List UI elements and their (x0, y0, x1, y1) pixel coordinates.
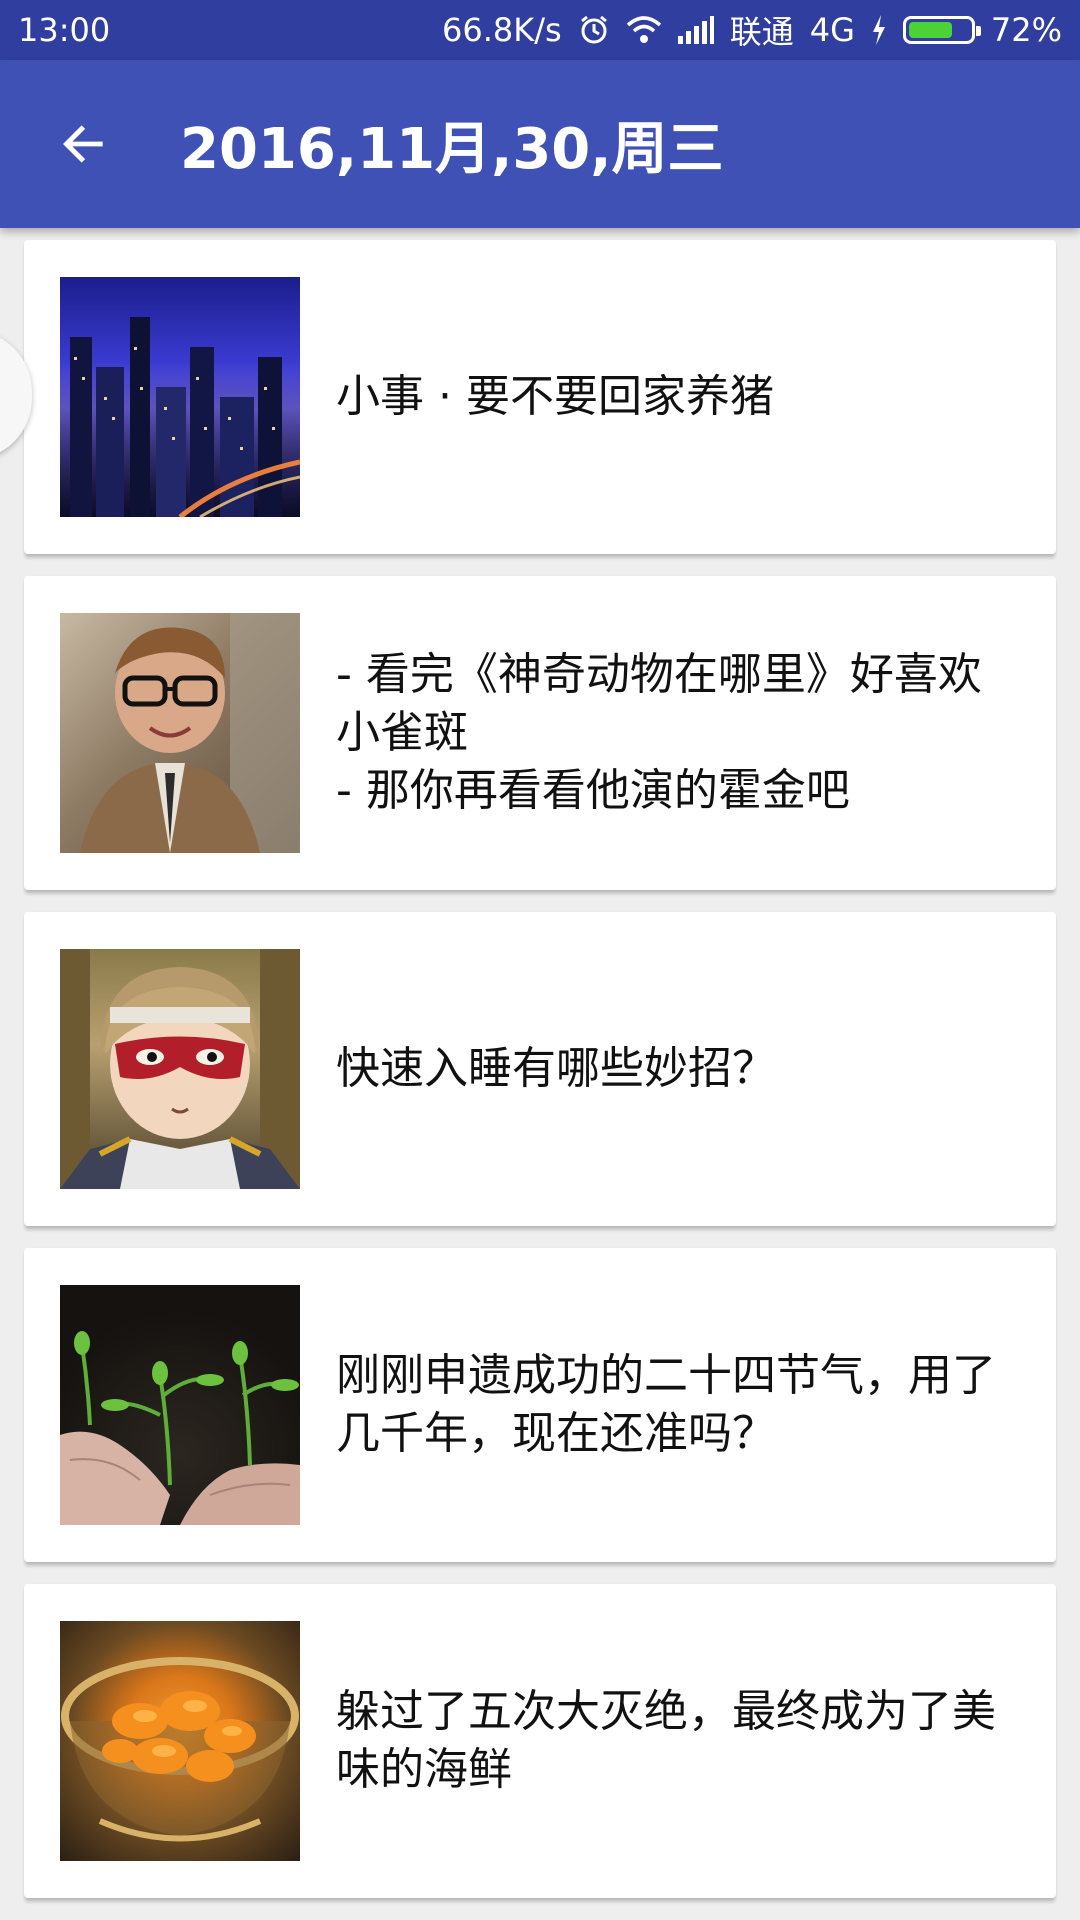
signal-icon (677, 16, 714, 44)
status-indicators: 66.8K/s 联通 4G 72% (442, 7, 1062, 53)
arrow-back-icon (63, 125, 103, 163)
story-card[interactable]: 小事 · 要不要回家养猪 (24, 240, 1056, 554)
battery-icon (902, 16, 981, 44)
story-title: 躲过了五次大灭绝，最终成为了美味的海鲜 (336, 1686, 996, 1795)
story-title: - 看完《神奇动物在哪里》好喜欢小雀斑 - 那你再看看他演的霍金吧 (336, 649, 982, 816)
story-card[interactable]: 快速入睡有哪些妙招？ (24, 912, 1056, 1226)
story-card[interactable]: 躲过了五次大灭绝，最终成为了美味的海鲜 (24, 1584, 1056, 1898)
story-card[interactable]: - 看完《神奇动物在哪里》好喜欢小雀斑 - 那你再看看他演的霍金吧 (24, 576, 1056, 890)
app-bar: 2016,11月,30,周三 (0, 60, 1080, 228)
story-thumbnail (60, 277, 300, 517)
battery-level (908, 22, 953, 38)
page-title: 2016,11月,30,周三 (180, 116, 724, 182)
story-thumbnail (60, 949, 300, 1189)
story-card[interactable]: 刚刚申遗成功的二十四节气，用了几千年，现在还准吗？ (24, 1248, 1056, 1562)
back-button[interactable] (24, 84, 144, 204)
charging-icon (871, 15, 887, 45)
network-type: 4G (809, 11, 855, 49)
story-thumbnail (60, 1285, 300, 1525)
status-bar: 13:00 66.8K/s 联通 4G 72% (0, 0, 1080, 60)
story-title: 刚刚申遗成功的二十四节气，用了几千年，现在还准吗？ (336, 1350, 996, 1459)
story-thumbnail (60, 613, 300, 853)
wifi-icon (626, 15, 662, 45)
carrier-label: 联通 (729, 13, 794, 51)
network-speed: 66.8K/s (442, 11, 562, 49)
story-title: 快速入睡有哪些妙招？ (336, 1043, 776, 1094)
story-thumbnail (60, 1621, 300, 1861)
story-title: 小事 · 要不要回家养猪 (336, 371, 774, 422)
alarm-icon (578, 14, 610, 46)
battery-percent: 72% (990, 11, 1062, 49)
status-time: 13:00 (18, 11, 111, 49)
